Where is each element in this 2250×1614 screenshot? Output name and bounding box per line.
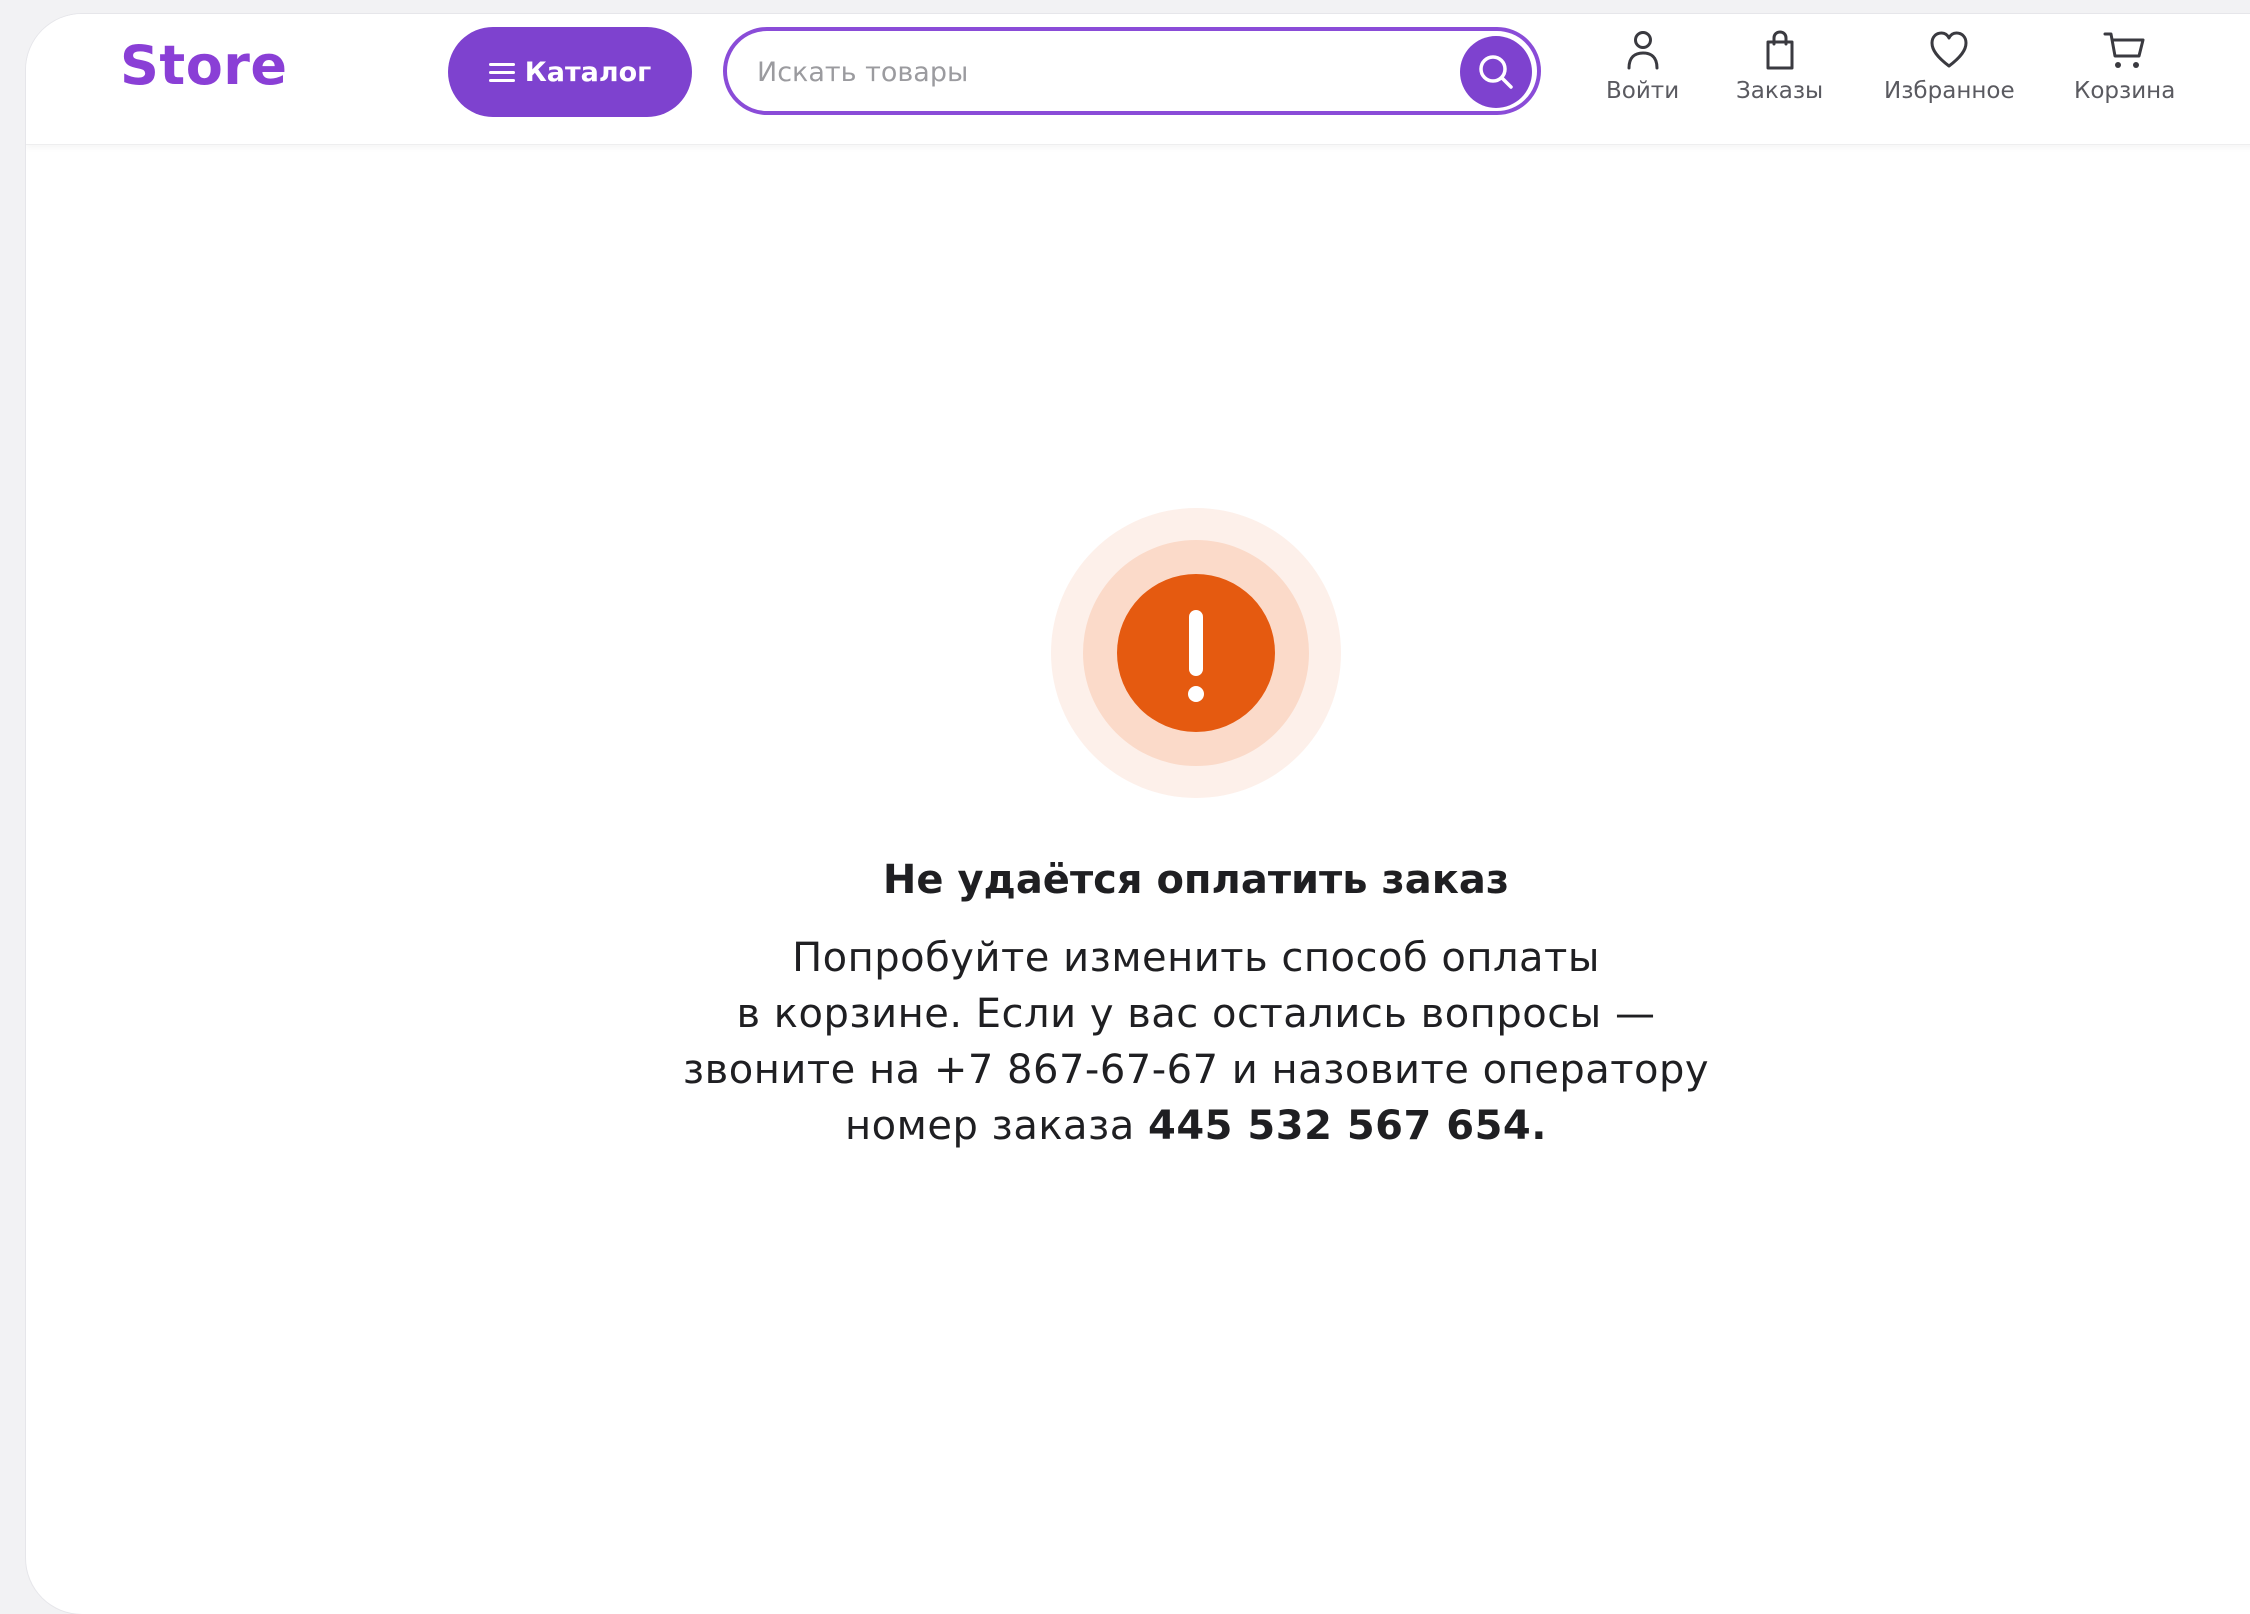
nav-orders[interactable]: Заказы	[1736, 28, 1823, 104]
user-icon	[1627, 31, 1659, 70]
nav-orders-label: Заказы	[1736, 78, 1824, 104]
error-message: Не удаётся оплатить заказ Попробуйте изм…	[586, 850, 1806, 1154]
search-icon	[1479, 55, 1513, 89]
error-title: Не удаётся оплатить заказ	[882, 857, 1510, 903]
search-button[interactable]	[1460, 36, 1532, 108]
heart-icon	[1930, 31, 1968, 68]
menu-icon	[488, 62, 515, 82]
store-logo[interactable]: Store	[120, 34, 288, 97]
nav-login-label: Войти	[1606, 78, 1680, 104]
nav-favorites-label: Избранное	[1884, 78, 2015, 104]
catalog-button[interactable]: Каталог	[448, 27, 692, 117]
nav-login[interactable]: Войти	[1606, 28, 1679, 104]
alert-icon	[1051, 508, 1341, 798]
search-bar	[723, 27, 1541, 115]
error-text-line-4: номер заказа 445 532 567 654.	[586, 1098, 1806, 1154]
catalog-button-label: Каталог	[524, 56, 652, 88]
error-text-line-3: звоните на +7 867-67-67 и назовите опера…	[682, 1047, 1710, 1093]
error-description: Попробуйте изменить способ оплаты в корз…	[586, 930, 1806, 1154]
order-number: 445 532 567 654.	[1148, 1103, 1547, 1149]
order-number-prefix: номер заказа	[845, 1103, 1148, 1149]
error-text-line-1: Попробуйте изменить способ оплаты	[792, 935, 1600, 981]
browser-viewport: Store Каталог Войти	[26, 14, 2250, 1614]
nav-cart-label: Корзина	[2074, 78, 2176, 104]
nav-cart[interactable]: Корзина	[2074, 28, 2175, 104]
nav-favorites[interactable]: Избранное	[1884, 28, 2015, 104]
error-text-line-2: в корзине. Если у вас остались вопросы —	[736, 991, 1656, 1037]
bag-icon	[1766, 30, 1794, 70]
cart-icon	[2103, 32, 2145, 68]
site-header: Store Каталог Войти	[26, 14, 2250, 145]
search-input[interactable]	[755, 31, 1439, 113]
